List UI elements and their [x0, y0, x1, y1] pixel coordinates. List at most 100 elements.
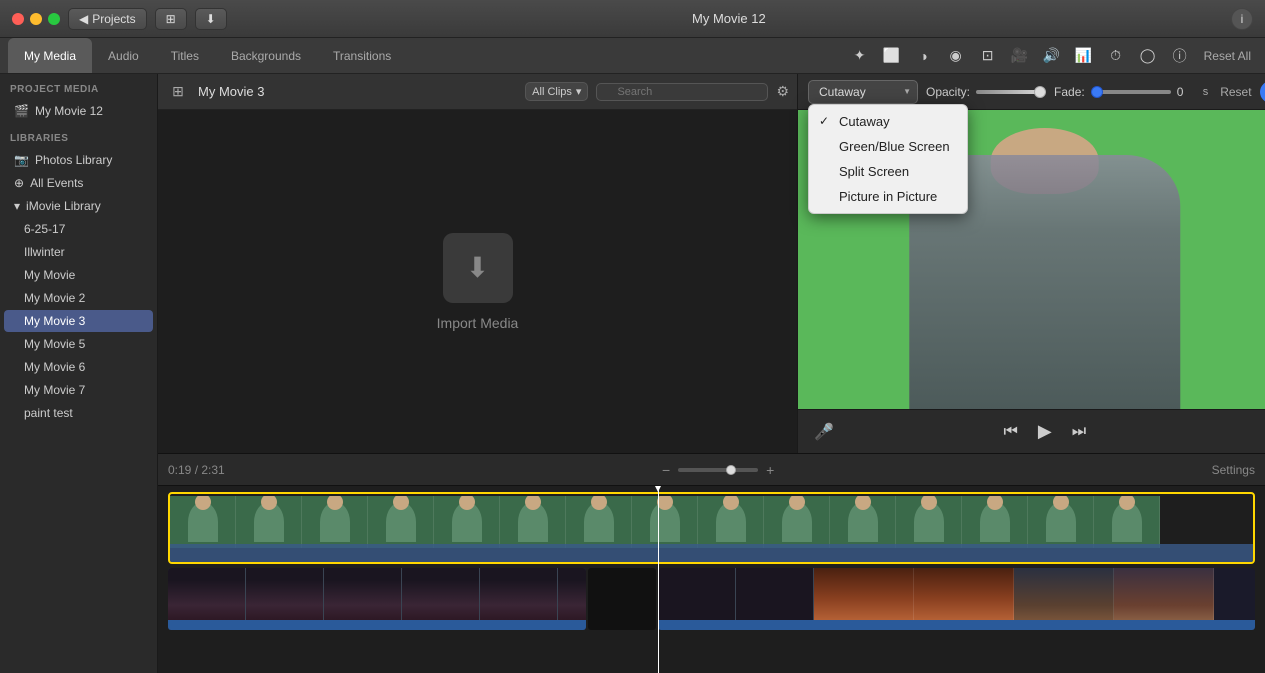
sidebar-item-imovie-library[interactable]: ▾ iMovie Library [4, 195, 153, 217]
broll-track [168, 568, 1255, 630]
timeline-toolbar: 0:19 / 2:31 − + Settings [158, 454, 1265, 486]
sidebar-item-my-movie-7[interactable]: My Movie 7 [4, 379, 153, 401]
dropdown-item-split-screen[interactable]: Split Screen [809, 159, 967, 184]
timeline-tracks [158, 486, 1265, 673]
microphone-icon[interactable]: 🎤 [814, 422, 834, 442]
reset-all-button[interactable]: Reset All [1198, 46, 1257, 66]
sidebar-item-my-movie[interactable]: My Movie [4, 264, 153, 286]
sidebar-item-all-events[interactable]: ⊕ All Events [4, 172, 153, 194]
sidebar-item-my-movie-6[interactable]: My Movie 6 [4, 356, 153, 378]
opacity-slider-thumb [1034, 86, 1046, 98]
download-button[interactable]: ⬇ [195, 8, 227, 30]
clip-thumbnail-1 [170, 496, 236, 548]
camera-overlay-icon[interactable]: 🎥 [1006, 42, 1034, 70]
preview-toolbar: Cutaway Cutaway Green/Blue Screen Spli [798, 74, 1265, 110]
preview-panel: Cutaway Cutaway Green/Blue Screen Spli [798, 74, 1265, 453]
audio-eq-icon[interactable]: 📊 [1070, 42, 1098, 70]
panel-toggle-button[interactable]: ⊞ [166, 80, 190, 104]
sidebar-item-my-movie-2[interactable]: My Movie 2 [4, 287, 153, 309]
projects-back-button[interactable]: ◀ Projects [68, 8, 147, 30]
titlebar-left: ◀ Projects ⊞ ⬇ [12, 8, 227, 30]
info-button[interactable]: i [1231, 8, 1253, 30]
close-button[interactable] [12, 13, 24, 25]
tab-transitions[interactable]: Transitions [317, 38, 407, 73]
sidebar-item-illwinter[interactable]: Illwinter [4, 241, 153, 263]
preview-controls: 🎤 ⏮ ▶ ⏭ ⤢ [798, 409, 1265, 453]
clip-thumbnail-11 [830, 496, 896, 548]
zoom-slider-thumb [726, 465, 736, 475]
volume-icon[interactable]: 🔊 [1038, 42, 1066, 70]
import-media-label: Import Media [437, 315, 519, 331]
clip-thumbnail-3 [302, 496, 368, 548]
prev-frame-icon: ⏮ [1003, 423, 1017, 440]
sidebar-item-my-movie-5[interactable]: My Movie 5 [4, 333, 153, 355]
clip-thumbnail-2 [236, 496, 302, 548]
window-title: My Movie 12 [692, 11, 766, 26]
fade-slider[interactable] [1091, 90, 1171, 94]
audio-waveform [170, 544, 1253, 562]
dropdown-item-green-blue-screen[interactable]: Green/Blue Screen [809, 134, 967, 159]
zoom-in-button[interactable]: + [766, 462, 774, 478]
color-wheels-icon[interactable]: ◉ [942, 42, 970, 70]
sidebar-item-6-25-17[interactable]: 6-25-17 [4, 218, 153, 240]
main-layout: PROJECT MEDIA 🎬 My Movie 12 LIBRARIES 📷 … [0, 74, 1265, 673]
reset-button[interactable]: Reset [1220, 85, 1251, 99]
clip-thumbnail-14 [1028, 496, 1094, 548]
clip-thumbnail-15 [1094, 496, 1160, 548]
tab-titles[interactable]: Titles [155, 38, 215, 73]
sidebar-item-paint-test[interactable]: paint test [4, 402, 153, 424]
crop-icon[interactable]: ⊡ [974, 42, 1002, 70]
clip-thumbnail-4 [368, 496, 434, 548]
sidebar-item-photos-library[interactable]: 📷 Photos Library [4, 149, 153, 171]
tab-backgrounds[interactable]: Backgrounds [215, 38, 317, 73]
tab-audio[interactable]: Audio [92, 38, 155, 73]
search-input[interactable] [596, 83, 768, 101]
main-video-track[interactable] [168, 492, 1255, 564]
clip-filter-selector[interactable]: All Clips ▾ [525, 82, 588, 101]
zoom-slider[interactable] [678, 468, 758, 472]
broll-clip-2[interactable] [658, 568, 1255, 630]
zoom-controls: − + [662, 462, 774, 478]
top-toolbar: My Media Audio Titles Backgrounds Transi… [0, 38, 1265, 74]
sidebar-item-my-movie-3[interactable]: My Movie 3 [4, 310, 153, 332]
timeline-settings-button[interactable]: Settings [1212, 463, 1255, 477]
play-pause-button[interactable]: ▶ [1038, 421, 1052, 442]
settings-gear-button[interactable]: ⚙ [776, 83, 789, 100]
grid-icon: ⊞ [166, 12, 176, 26]
dropdown-item-picture-in-picture[interactable]: Picture in Picture [809, 184, 967, 209]
timeline-area: 0:19 / 2:31 − + Settings [158, 453, 1265, 673]
back-chevron-icon: ◀ [79, 12, 88, 26]
broll-clip-1[interactable] [168, 568, 586, 630]
toolbar-right: ✦ ⬜ ◑ ◉ ⊡ 🎥 🔊 📊 ⏱ ◯ ⓘ Reset All [846, 42, 1265, 70]
upper-area: ⊞ My Movie 3 All Clips ▾ 🔍 ⚙ ⬇ Import [158, 74, 1265, 453]
viewer-icon[interactable]: ⬜ [878, 42, 906, 70]
zoom-out-button[interactable]: − [662, 462, 670, 478]
clip-thumbnail-10 [764, 496, 830, 548]
grid-view-button[interactable]: ⊞ [155, 8, 187, 30]
opacity-slider[interactable] [976, 90, 1046, 94]
dropdown-item-cutaway[interactable]: Cutaway [809, 109, 967, 134]
clip-info-icon[interactable]: ⓘ [1166, 42, 1194, 70]
noise-reduction-icon[interactable]: ◯ [1134, 42, 1162, 70]
opacity-label: Opacity: [926, 85, 970, 99]
video-overlay-dropdown: Cutaway Cutaway Green/Blue Screen Spli [808, 80, 918, 104]
titlebar: ◀ Projects ⊞ ⬇ My Movie 12 i [0, 0, 1265, 38]
sidebar-item-my-movie-12[interactable]: 🎬 My Movie 12 [4, 100, 153, 122]
magic-wand-icon[interactable]: ✦ [846, 42, 874, 70]
minimize-button[interactable] [30, 13, 42, 25]
speed-icon[interactable]: ⏱ [1102, 42, 1130, 70]
libraries-section-label: LIBRARIES [0, 123, 157, 148]
tabs-section: My Media Audio Titles Backgrounds Transi… [0, 38, 407, 73]
clip-thumbnail-13 [962, 496, 1028, 548]
confirm-button[interactable]: ✓ [1260, 81, 1265, 103]
fade-value: 0 [1177, 85, 1197, 99]
media-panel: ⊞ My Movie 3 All Clips ▾ 🔍 ⚙ ⬇ Import [158, 74, 798, 453]
color-balance-icon[interactable]: ◑ [910, 42, 938, 70]
maximize-button[interactable] [48, 13, 60, 25]
tab-my-media[interactable]: My Media [8, 38, 92, 73]
skip-forward-button[interactable]: ⏭ [1072, 423, 1086, 441]
skip-back-button[interactable]: ⏮ [1003, 423, 1017, 441]
overlay-mode-button[interactable]: Cutaway [808, 80, 918, 104]
media-panel-toolbar: ⊞ My Movie 3 All Clips ▾ 🔍 ⚙ [158, 74, 797, 110]
play-icon: ▶ [1038, 421, 1052, 441]
